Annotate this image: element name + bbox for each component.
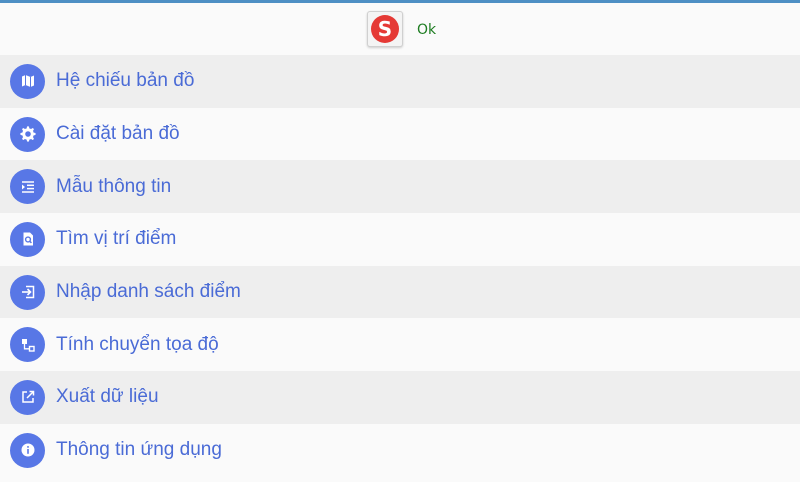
menu-item-app-info[interactable]: Thông tin ứng dụng — [0, 423, 800, 477]
list-indent-icon — [10, 169, 45, 205]
menu-item-label: Nhập danh sách điểm — [56, 281, 241, 303]
app-logo-icon: S — [371, 15, 399, 43]
header-bar: S Ok — [0, 3, 800, 55]
menu-item-label: Hệ chiếu bản đồ — [56, 70, 195, 92]
menu-list: Hệ chiếu bản đồ Cài đặt bản đồ Mẫu thông… — [0, 55, 800, 477]
menu-item-label: Xuất dữ liệu — [56, 386, 159, 408]
menu-item-map-projection[interactable]: Hệ chiếu bản đồ — [0, 55, 800, 108]
info-icon — [10, 432, 45, 468]
app-logo-button[interactable]: S — [367, 11, 403, 47]
menu-item-label: Mẫu thông tin — [56, 175, 172, 197]
menu-item-label: Thông tin ứng dụng — [56, 439, 222, 461]
menu-item-label: Tính chuyển tọa độ — [56, 333, 219, 355]
status-text: Ok — [417, 22, 437, 38]
menu-item-find-point[interactable]: Tìm vị trí điểm — [0, 213, 800, 266]
menu-item-import-points[interactable]: Nhập danh sách điểm — [0, 265, 800, 319]
menu-item-info-template[interactable]: Mẫu thông tin — [0, 160, 800, 214]
map-icon — [10, 63, 45, 99]
menu-item-label: Tìm vị trí điểm — [56, 228, 177, 250]
export-icon — [10, 379, 45, 415]
menu-item-label: Cài đặt bản đồ — [56, 123, 180, 145]
menu-item-export-data[interactable]: Xuất dữ liệu — [0, 371, 800, 424]
gear-icon — [10, 116, 45, 152]
file-search-icon — [10, 221, 45, 257]
import-icon — [10, 274, 45, 310]
menu-item-coordinate-transform[interactable]: Tính chuyển tọa độ — [0, 318, 800, 372]
menu-item-map-settings[interactable]: Cài đặt bản đồ — [0, 107, 800, 161]
coordinate-transform-icon — [10, 327, 45, 363]
